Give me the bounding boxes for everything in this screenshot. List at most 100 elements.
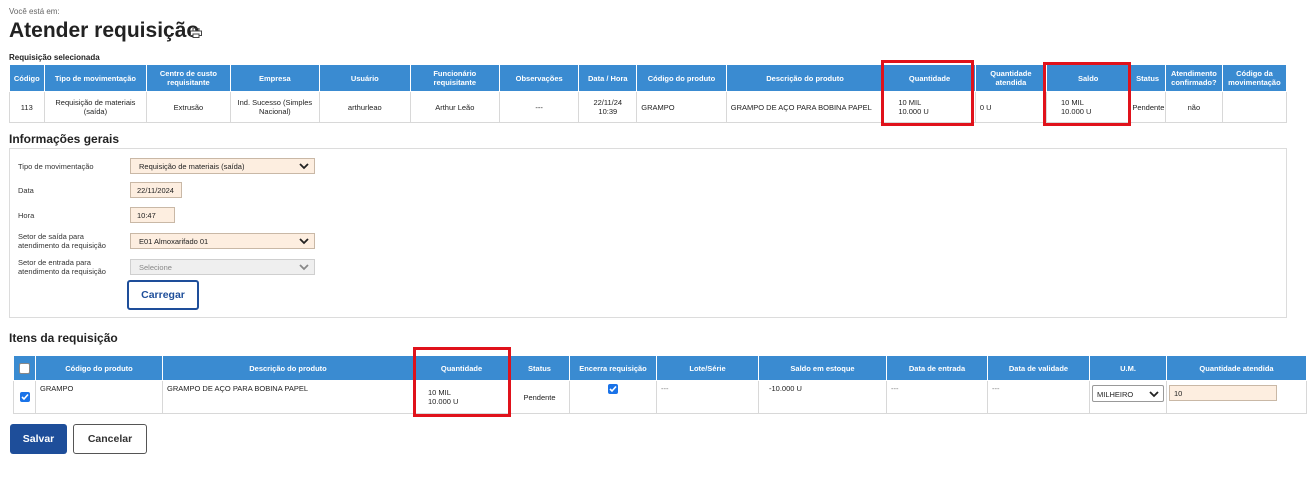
col-header: Descrição do produto xyxy=(725,64,885,92)
col-header: Data de validade xyxy=(987,355,1090,381)
check-icon xyxy=(20,393,29,401)
cell-empresa: Ind. Sucesso (Simples Nacional) xyxy=(229,91,321,123)
setor-entrada-label: Setor de entrada para atendimento da requ… xyxy=(18,258,106,276)
qtd-line2: 10.000 U xyxy=(428,397,459,406)
selected-requisition-label: Requisição selecionada xyxy=(9,53,100,62)
tipo-movimentacao-select[interactable]: Requisição de materiais (saída) xyxy=(130,158,315,174)
col-header: Data / Hora xyxy=(578,64,638,92)
qtd-line1: 10 MIL xyxy=(898,98,922,107)
col-header: Tipo de movimentação xyxy=(43,64,148,92)
setor-saida-select[interactable]: E01 Almoxarifado 01 xyxy=(130,233,315,249)
col-header: Lote/Série xyxy=(656,355,759,381)
cell-descricao: GRAMPO DE AÇO PARA BOBINA PAPEL xyxy=(725,91,885,123)
requisition-table: Código Tipo de movimentação Centro de cu… xyxy=(9,64,1288,123)
col-header: Quantidade atendida xyxy=(1166,355,1307,381)
um-value: MILHEIRO xyxy=(1097,390,1134,399)
data-label: Data xyxy=(18,186,34,195)
col-header: Status xyxy=(1129,64,1166,92)
col-header: U.M. xyxy=(1089,355,1167,381)
cell-data-entrada: --- xyxy=(886,380,988,414)
qtd-line1: 10 MIL xyxy=(428,388,451,397)
cell-centro: Extrusão xyxy=(146,91,231,123)
col-header: Saldo xyxy=(1045,64,1131,92)
cancel-button[interactable]: Cancelar xyxy=(73,424,147,454)
cell-data-validade: --- xyxy=(987,380,1090,414)
col-header: Funcionário requisitante xyxy=(409,64,501,92)
saldo-line1: 10 MIL xyxy=(1060,98,1084,107)
col-header: Data de entrada xyxy=(886,355,988,381)
row-select-checkbox[interactable] xyxy=(19,392,30,402)
cell-status: Pendente xyxy=(509,380,570,414)
col-header: Encerra requisição xyxy=(569,355,657,381)
data-input[interactable]: 22/11/2024 xyxy=(130,182,182,198)
cell-data-hora: 22/11/24 10:39 xyxy=(578,91,638,123)
check-icon xyxy=(609,385,617,393)
cell-saldo-estoque: -10.000 U xyxy=(758,380,887,414)
chevron-down-icon xyxy=(299,238,309,245)
col-header: Código xyxy=(9,64,45,92)
um-cell: MILHEIRO xyxy=(1089,380,1167,414)
setor-entrada-select[interactable]: Selecione xyxy=(130,259,315,275)
cell-funcionario: Arthur Leão xyxy=(409,91,501,123)
tipo-movimentacao-label: Tipo de movimentação xyxy=(18,162,94,171)
setor-saida-label-line1: Setor de saída para xyxy=(18,232,84,241)
table-header-row: Código Tipo de movimentação Centro de cu… xyxy=(9,64,1288,92)
cell-tipo: Requisição de materiais (saída) xyxy=(43,91,148,123)
col-header: Quantidade xyxy=(413,355,510,381)
cell-quantidade: 10 MIL 10.000 U xyxy=(883,91,976,123)
encerra-checkbox[interactable] xyxy=(608,384,618,395)
table-row[interactable]: GRAMPO GRAMPO DE AÇO PARA BOBINA PAPEL 1… xyxy=(13,380,1307,414)
cell-hora: 10:39 xyxy=(598,107,618,116)
col-header: Quantidade xyxy=(883,64,976,92)
col-header: Observações xyxy=(499,64,580,92)
col-header: Usuário xyxy=(319,64,411,92)
chevron-down-icon xyxy=(299,163,309,170)
setor-saida-label: Setor de saída para atendimento da requis… xyxy=(18,232,106,250)
cell-cod-produto: GRAMPO xyxy=(35,380,163,414)
col-header: Saldo em estoque xyxy=(758,355,887,381)
items-title: Itens da requisição xyxy=(9,331,118,345)
save-button[interactable]: Salvar xyxy=(10,424,67,454)
cell-status: Pendente xyxy=(1129,91,1166,123)
cell-codigo: 113 xyxy=(9,91,45,123)
col-header: Código do produto xyxy=(35,355,163,381)
cell-quantidade: 10 MIL 10.000 U xyxy=(413,380,510,414)
col-header: Centro de custo requisitante xyxy=(146,64,231,92)
cell-qtd-atendida: 0 U xyxy=(974,91,1047,123)
select-all-checkbox[interactable] xyxy=(19,362,30,374)
encerra-cell xyxy=(569,380,657,414)
carregar-button[interactable]: Carregar xyxy=(127,280,199,310)
select-all-header xyxy=(13,355,36,381)
hora-input[interactable]: 10:47 xyxy=(130,207,175,223)
table-row[interactable]: 113 Requisição de materiais (saída) Extr… xyxy=(9,91,1288,123)
general-info-panel: Tipo de movimentação Requisição de mater… xyxy=(9,148,1287,318)
col-header: Atendimento confirmado? xyxy=(1164,64,1223,92)
items-header-row: Código do produto Descrição do produto Q… xyxy=(13,355,1307,381)
chevron-down-icon xyxy=(299,264,309,271)
breadcrumb: Você está em: xyxy=(9,7,60,16)
cell-data: 22/11/24 xyxy=(593,98,623,107)
saldo-line2: 10.000 U xyxy=(1060,107,1092,116)
setor-saida-label-line2: atendimento da requisição xyxy=(18,241,106,250)
setor-entrada-value: Selecione xyxy=(139,263,172,272)
setor-saida-value: E01 Almoxarifado 01 xyxy=(139,237,209,246)
col-header: Quantidade atendida xyxy=(974,64,1047,92)
qtd-atendida-cell: 10 xyxy=(1166,380,1307,414)
print-icon[interactable] xyxy=(190,28,202,38)
row-select-cell xyxy=(13,380,36,414)
cell-observacoes: --- xyxy=(499,91,580,123)
setor-entrada-label-line2: atendimento da requisição xyxy=(18,267,106,276)
qtd-atendida-input[interactable]: 10 xyxy=(1169,385,1277,401)
col-header: Código da movimentação xyxy=(1221,64,1288,92)
col-header: Código do produto xyxy=(636,64,727,92)
col-header: Empresa xyxy=(229,64,321,92)
cell-descricao: GRAMPO DE AÇO PARA BOBINA PAPEL xyxy=(162,380,414,414)
cell-cod-mov xyxy=(1221,91,1288,123)
cell-usuario: arthurleao xyxy=(319,91,411,123)
tipo-movimentacao-value: Requisição de materiais (saída) xyxy=(139,162,245,171)
um-select[interactable]: MILHEIRO xyxy=(1092,385,1164,402)
cell-confirmado: não xyxy=(1164,91,1223,123)
cell-saldo: 10 MIL 10.000 U xyxy=(1045,91,1131,123)
cell-lote: --- xyxy=(656,380,759,414)
items-table: Código do produto Descrição do produto Q… xyxy=(13,355,1307,414)
